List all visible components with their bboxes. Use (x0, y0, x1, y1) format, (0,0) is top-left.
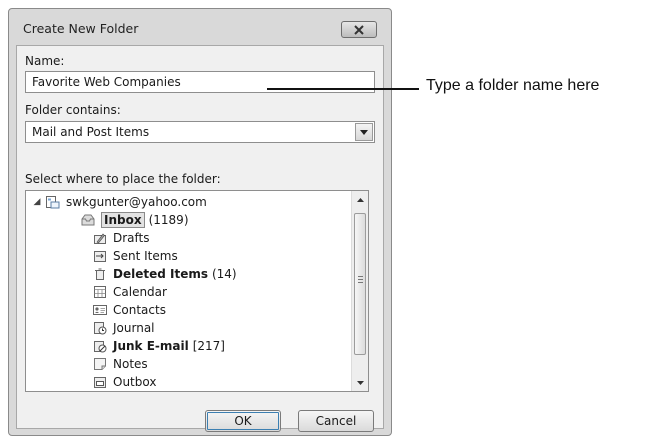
tree-item-deleted-items[interactable]: Deleted Items (14) (93, 265, 237, 283)
tree-item-inbox[interactable]: Inbox (1189) (81, 211, 189, 229)
tree-item-contacts[interactable]: Contacts (93, 301, 166, 319)
tree-item-label: Inbox (101, 212, 145, 228)
callout-line (267, 88, 419, 90)
scroll-down-button[interactable] (352, 374, 368, 391)
account-row[interactable]: ◢ swkgunter@yahoo.com (32, 193, 207, 211)
folder-contains-select[interactable]: Mail and Post Items (25, 121, 375, 143)
dropdown-button[interactable] (355, 123, 373, 141)
account-icon (46, 195, 60, 209)
trash-icon (93, 267, 107, 281)
tree-item-count: [217] (192, 339, 225, 353)
ok-button[interactable]: OK (205, 410, 281, 432)
vertical-scrollbar[interactable] (351, 191, 368, 391)
folder-contains-label: Folder contains: (25, 103, 121, 117)
tree-item-label: Calendar (113, 285, 167, 299)
tree-item-sent-items[interactable]: Sent Items (93, 247, 178, 265)
tree-item-label: Contacts (113, 303, 166, 317)
location-label: Select where to place the folder: (25, 172, 221, 186)
tree-item-notes[interactable]: Notes (93, 355, 148, 373)
collapse-triangle-icon[interactable]: ◢ (32, 197, 42, 207)
close-button[interactable] (341, 21, 377, 38)
calendar-icon (93, 285, 107, 299)
dialog-title: Create New Folder (23, 21, 139, 36)
drafts-icon (93, 231, 107, 245)
tree-item-drafts[interactable]: Drafts (93, 229, 150, 247)
name-label: Name: (25, 54, 65, 68)
chevron-up-icon (356, 197, 364, 202)
sent-items-icon (93, 249, 107, 263)
scrollbar-thumb[interactable] (354, 213, 366, 355)
callout-annotation: Type a folder name here (426, 77, 600, 94)
tree-item-count: (14) (211, 267, 237, 281)
folder-tree[interactable]: ◢ swkgunter@yahoo.com Inbox (1189) Draft… (25, 190, 369, 392)
inbox-icon (81, 213, 95, 227)
chevron-down-icon (356, 380, 364, 385)
tree-item-label: Notes (113, 357, 148, 371)
contacts-icon (93, 303, 107, 317)
title-bar: Create New Folder (9, 9, 391, 45)
tree-item-label: Journal (113, 321, 155, 335)
tree-item-label: Drafts (113, 231, 150, 245)
close-icon (354, 24, 364, 35)
tree-item-label: Outbox (113, 375, 157, 389)
tree-item-journal[interactable]: Journal (93, 319, 155, 337)
tree-item-junk-email[interactable]: Junk E-mail [217] (93, 337, 225, 355)
dialog-body: Name: Favorite Web Companies Folder cont… (16, 45, 384, 432)
account-name: swkgunter@yahoo.com (66, 195, 207, 209)
folder-contains-value: Mail and Post Items (32, 125, 150, 139)
create-new-folder-dialog: Create New Folder Name: Favorite Web Com… (8, 8, 392, 436)
outbox-icon (93, 375, 107, 389)
journal-icon (93, 321, 107, 335)
tree-item-outbox[interactable]: Outbox (93, 373, 156, 391)
chevron-down-icon (360, 129, 368, 135)
notes-icon (93, 357, 107, 371)
tree-item-calendar[interactable]: Calendar (93, 283, 167, 301)
junk-mail-icon (93, 339, 107, 353)
tree-item-label: Deleted Items (113, 267, 208, 281)
tree-item-label: Sent Items (113, 249, 178, 263)
tree-item-label: Junk E-mail (113, 339, 189, 353)
tree-item-count: (1189) (148, 213, 189, 227)
cancel-button[interactable]: Cancel (298, 410, 374, 432)
scroll-up-button[interactable] (352, 191, 368, 208)
